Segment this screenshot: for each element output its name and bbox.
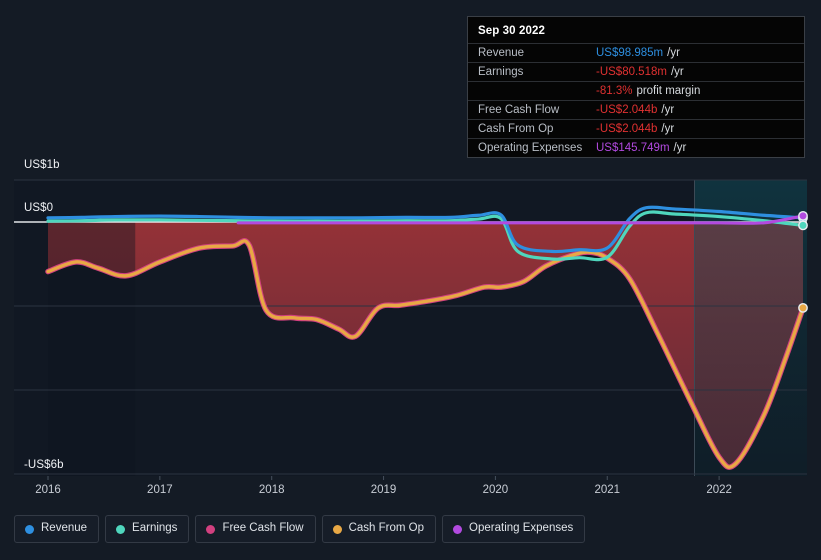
endpoint-marker-earnings — [798, 220, 808, 231]
legend-color-dot-icon — [453, 524, 463, 534]
x-axis-tick-2016: 2016 — [35, 484, 61, 496]
tooltip-row: Cash From Op -US$2.044b/yr — [468, 119, 804, 138]
tooltip-row-value-group: -US$80.518m/yr — [596, 66, 684, 78]
tooltip-row-suffix: profit margin — [636, 85, 701, 97]
tooltip-row-label: Free Cash Flow — [478, 104, 560, 116]
tooltip-row-suffix: /yr — [667, 47, 680, 59]
tooltip-row-label: Operating Expenses — [478, 142, 583, 154]
tooltip-row-value: -US$2.044b — [596, 123, 658, 135]
tooltip-row-suffix: /yr — [661, 104, 675, 116]
legend-color-dot-icon — [116, 524, 126, 534]
tooltip-date-title: Sep 30 2022 — [478, 25, 545, 37]
x-axis-tick-2020: 2020 — [482, 484, 509, 496]
tooltip-row: Earnings -US$80.518m/yr — [468, 62, 804, 81]
legend-color-dot-icon — [332, 524, 342, 534]
tooltip-row: Free Cash Flow -US$2.044b/yr — [468, 100, 804, 119]
y-axis-label-zero: US$0 — [24, 202, 54, 214]
endpoint-marker-cash-from-op — [798, 302, 808, 313]
y-axis-label-bottom: -US$6b — [24, 459, 64, 471]
tooltip-row: Revenue US$98.985m/yr — [468, 43, 804, 62]
x-axis-tick-2022: 2022 — [706, 484, 732, 496]
tooltip-row-label: Cash From Op — [478, 123, 554, 135]
tooltip-row-value: US$98.985m — [596, 47, 664, 59]
tooltip-row-suffix: /yr — [670, 66, 684, 78]
legend-item-operating-expenses[interactable]: Operating Expenses — [442, 515, 586, 543]
tooltip-row-label: Earnings — [478, 66, 524, 78]
x-axis-tick-2019: 2019 — [370, 484, 397, 496]
x-axis-tick-2021: 2021 — [594, 484, 621, 496]
tooltip-row: -81.3% profit margin — [468, 81, 804, 100]
tooltip-row-suffix: /yr — [661, 123, 675, 135]
tooltip-row-value: US$145.749m — [596, 142, 670, 154]
legend-item-cash-from-op[interactable]: Cash From Op — [321, 515, 437, 543]
tooltip-row-value: -US$2.044b — [596, 104, 658, 116]
legend-item-revenue[interactable]: Revenue — [14, 515, 100, 543]
tooltip-row-value-group: -US$2.044b/yr — [596, 104, 674, 116]
legend-item-label: Earnings — [132, 522, 178, 535]
x-axis-tick-2018: 2018 — [258, 484, 285, 496]
y-axis-label-top: US$1b — [24, 159, 60, 171]
tooltip-row-value: -81.3% — [596, 85, 633, 97]
x-axis-tick-2017: 2017 — [147, 484, 173, 496]
legend-item-free-cash-flow[interactable]: Free Cash Flow — [195, 515, 316, 543]
tooltip-row-value-group: US$98.985m/yr — [596, 47, 680, 59]
endpoint-marker-operating-expenses — [798, 210, 808, 221]
legend-item-label: Operating Expenses — [469, 522, 574, 535]
left-dim-overlay — [48, 222, 136, 476]
legend-item-earnings[interactable]: Earnings — [105, 515, 190, 543]
chart-tooltip: Sep 30 2022 Revenue US$98.985m/yr Earnings… — [467, 16, 805, 158]
tooltip-row-value-group: -US$2.044b/yr — [596, 123, 674, 135]
tooltip-rows: Revenue US$98.985m/yr Earnings -US$80.518m /… — [468, 43, 804, 157]
tooltip-row: Operating Expenses US$145.749m/yr — [468, 138, 804, 157]
tooltip-row-label: Revenue — [478, 47, 525, 59]
legend-color-dot-icon — [25, 524, 34, 534]
tooltip-row-suffix: /yr — [673, 142, 687, 154]
chart-legend: Revenue Earnings Free Cash Flow Cash From O… — [14, 515, 586, 543]
tooltip-row-value-group: -81.3% profit margin — [596, 85, 700, 97]
legend-item-label: Cash From Op — [348, 522, 425, 535]
legend-item-label: Free Cash Flow — [222, 522, 304, 535]
legend-color-dot-icon — [206, 524, 216, 534]
legend-item-label: Revenue — [41, 522, 88, 535]
tooltip-row-value-group: US$145.749m/yr — [596, 142, 686, 154]
tooltip-row-value: -US$80.518m — [596, 66, 667, 78]
